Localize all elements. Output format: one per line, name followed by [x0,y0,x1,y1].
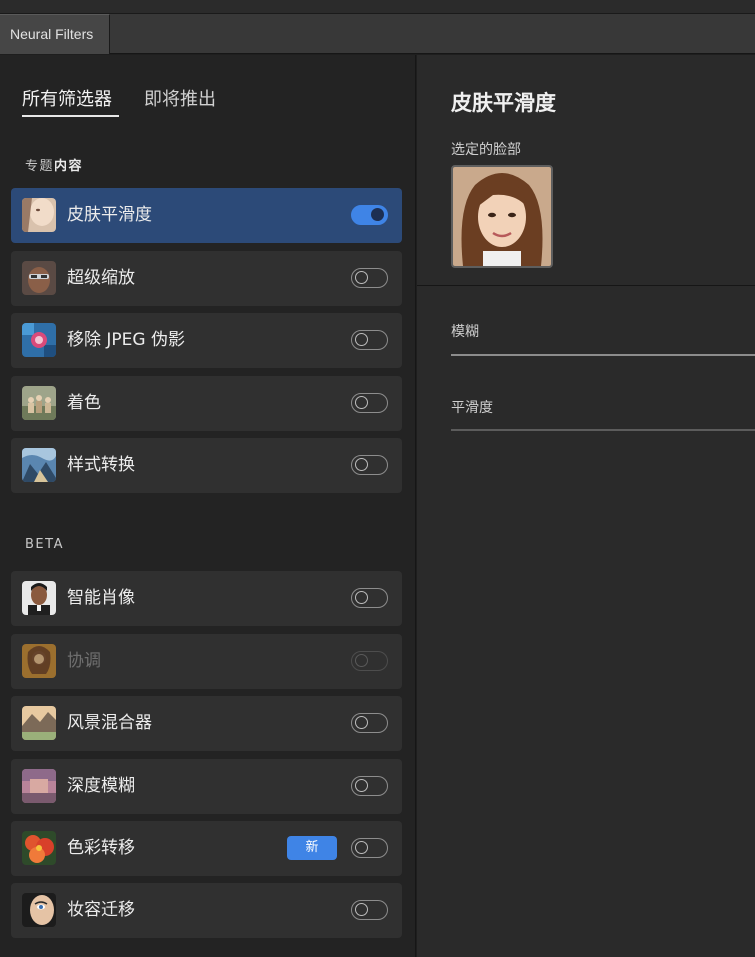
filter-row-colorize[interactable]: 着色 [11,376,402,431]
filter-row-harmonization: 协调 [11,634,402,689]
selected-face-label: 选定的脸部 [451,142,521,158]
filter-row-jpeg-artifacts[interactable]: 移除 JPEG 伪影 [11,313,402,368]
section-beta-label: BETA [25,537,64,552]
color-transfer-icon [22,831,56,865]
filter-row-landscape-mixer[interactable]: 风景混合器 [11,696,402,751]
filter-name: 妆容迁移 [67,900,135,920]
filter-toggle[interactable] [351,838,388,858]
filter-name: 协调 [67,651,101,671]
neural-filters-panel-tab[interactable]: Neural Filters [0,14,110,54]
filter-toggle[interactable] [351,268,388,288]
jpeg-artifacts-icon [22,323,56,357]
filter-name: 风景混合器 [67,713,152,733]
filter-toggle[interactable] [351,776,388,796]
panel-tab-strip: Neural Filters [0,14,755,54]
filter-name: 深度模糊 [67,776,135,796]
filter-row-makeup-transfer[interactable]: 妆容迁移 [11,883,402,938]
landscape-mixer-icon [22,706,56,740]
filter-list-panel: 所有筛选器 即将推出 专题内容 皮肤平滑度 超级缩放 移除 JPEG 伪影 着色 [0,55,416,957]
colorize-icon [22,386,56,420]
filter-toggle[interactable] [351,393,388,413]
smart-portrait-icon [22,581,56,615]
filter-name: 移除 JPEG 伪影 [67,330,185,350]
detail-divider [417,285,755,286]
blur-slider-label: 模糊 [451,324,479,340]
filter-toggle [351,651,388,671]
filter-toggle[interactable] [351,205,388,225]
filter-row-color-transfer[interactable]: 色彩转移 新 [11,821,402,876]
filter-row-skin-smoothing[interactable]: 皮肤平滑度 [11,188,402,243]
depth-blur-icon [22,769,56,803]
style-transfer-icon [22,448,56,482]
active-tab-underline [22,115,119,117]
smoothness-slider-label: 平滑度 [451,400,493,416]
filter-name: 样式转换 [67,455,135,475]
tab-all-filters[interactable]: 所有筛选器 [22,85,112,111]
app-top-bar [0,0,755,14]
smoothness-slider[interactable] [451,429,755,431]
section-featured-label: 专题内容 [25,159,84,174]
tab-coming-soon[interactable]: 即将推出 [144,85,216,111]
filter-name: 智能肖像 [67,588,135,608]
blur-slider[interactable] [451,354,755,356]
super-zoom-icon [22,261,56,295]
detail-title: 皮肤平滑度 [451,91,556,115]
makeup-transfer-icon [22,893,56,927]
filter-toggle[interactable] [351,330,388,350]
harmonization-icon [22,644,56,678]
filter-row-depth-blur[interactable]: 深度模糊 [11,759,402,814]
filter-toggle[interactable] [351,588,388,608]
filter-name: 超级缩放 [67,268,135,288]
filter-name: 着色 [67,393,101,413]
skin-smoothing-icon [22,198,56,232]
filter-toggle[interactable] [351,900,388,920]
filter-row-style-transfer[interactable]: 样式转换 [11,438,402,493]
filter-name: 色彩转移 [67,838,135,858]
new-badge: 新 [287,836,337,860]
filter-name: 皮肤平滑度 [67,205,152,225]
filter-row-super-zoom[interactable]: 超级缩放 [11,251,402,306]
selected-face-thumbnail[interactable] [451,165,553,268]
filter-toggle[interactable] [351,713,388,733]
filter-row-smart-portrait[interactable]: 智能肖像 [11,571,402,626]
filter-toggle[interactable] [351,455,388,475]
filter-detail-panel: 皮肤平滑度 选定的脸部 模糊 平滑度 [417,55,755,957]
